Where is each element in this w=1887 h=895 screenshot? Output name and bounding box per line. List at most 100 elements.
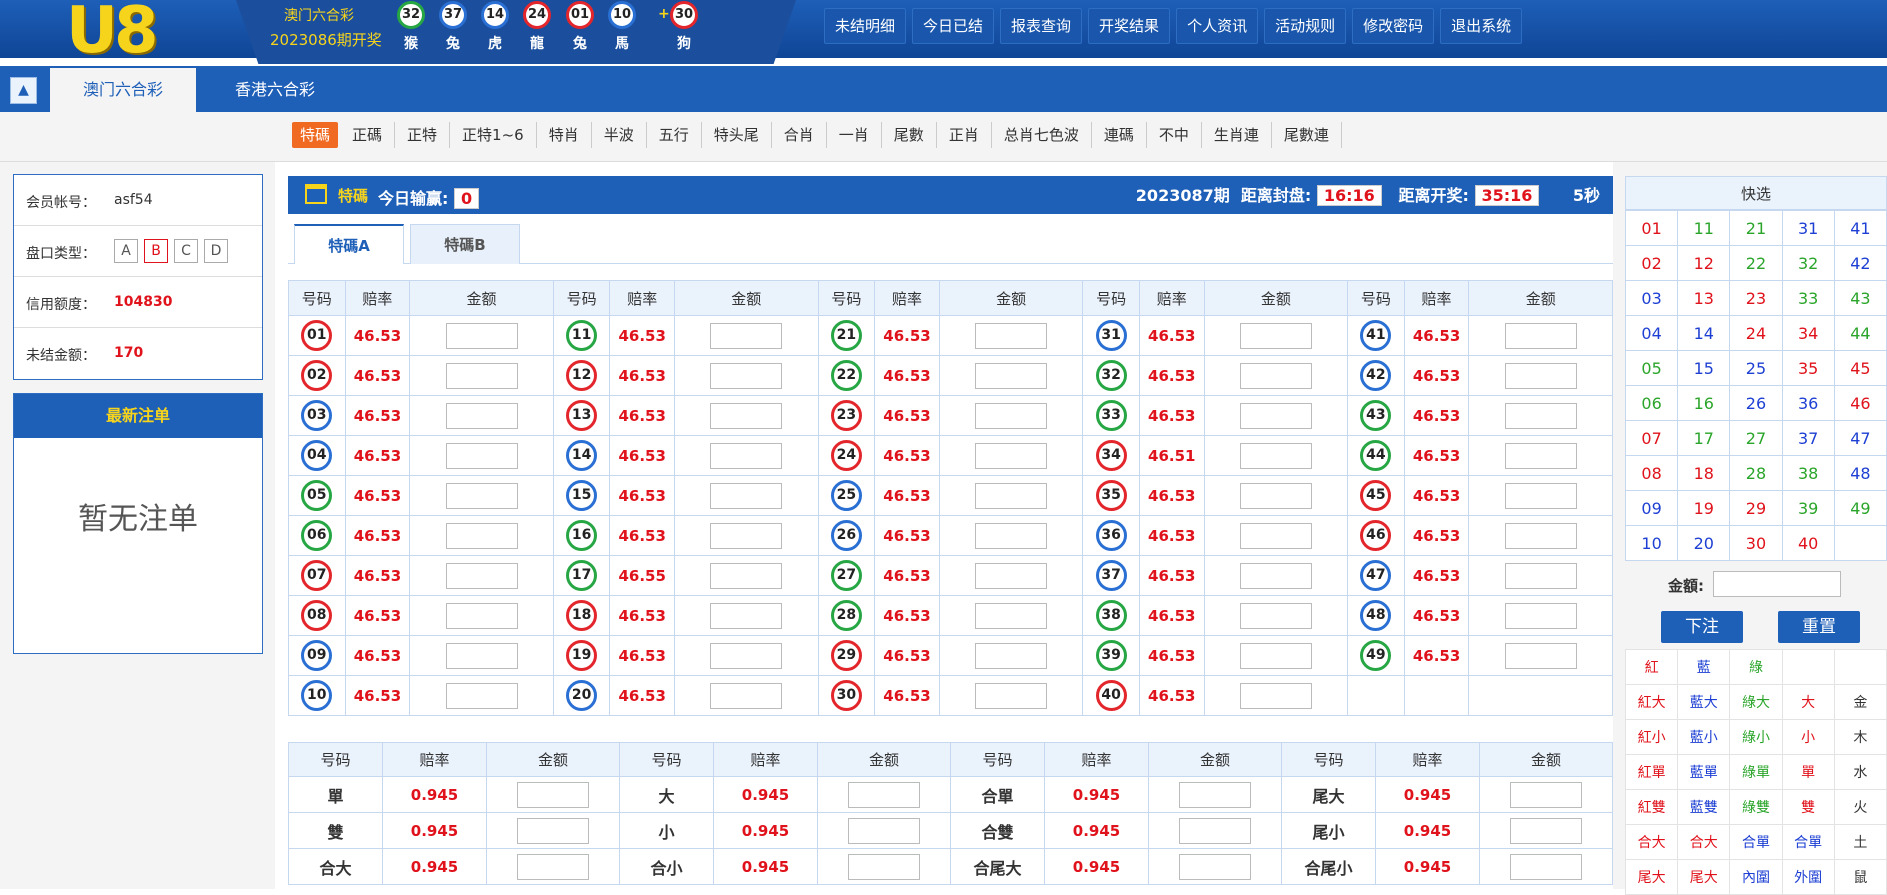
quick-number[interactable]: 44 <box>1833 315 1887 351</box>
quick-option[interactable]: 金 <box>1833 684 1887 720</box>
amount-input[interactable] <box>975 562 1048 589</box>
quick-number[interactable]: 12 <box>1677 245 1731 281</box>
quick-option[interactable]: 木 <box>1833 719 1887 755</box>
quick-number[interactable]: 19 <box>1677 490 1731 526</box>
amount-input[interactable] <box>848 817 920 844</box>
quick-number[interactable]: 06 <box>1624 385 1679 421</box>
menu-item[interactable]: 个人资讯 <box>1176 8 1259 44</box>
quick-number[interactable]: 20 <box>1677 525 1731 561</box>
quick-number[interactable]: 47 <box>1833 420 1887 456</box>
quick-option[interactable]: 合單 <box>1781 824 1835 860</box>
subnav-item[interactable]: 合肖 <box>772 122 827 148</box>
quick-number[interactable]: 24 <box>1729 315 1783 351</box>
amount-input[interactable] <box>517 781 589 808</box>
amount-input[interactable] <box>1239 402 1312 429</box>
reset-button[interactable]: 重置 <box>1778 611 1860 643</box>
amount-input[interactable] <box>445 442 518 469</box>
amount-input[interactable] <box>445 402 518 429</box>
amount-input[interactable] <box>975 602 1048 629</box>
quick-number[interactable]: 48 <box>1833 455 1887 491</box>
quick-option[interactable]: 合單 <box>1729 824 1783 860</box>
quick-number[interactable]: 08 <box>1624 455 1679 491</box>
quick-option[interactable]: 紅雙 <box>1624 789 1679 825</box>
subnav-item[interactable]: 总肖七色波 <box>992 122 1092 148</box>
quick-number[interactable]: 29 <box>1729 490 1783 526</box>
subnav-item[interactable]: 正特 <box>395 122 451 148</box>
collapse-icon[interactable]: ▲ <box>10 77 37 104</box>
amount-input[interactable] <box>1239 482 1312 509</box>
amount-input[interactable] <box>445 362 518 389</box>
amount-input[interactable] <box>710 642 783 669</box>
amount-input[interactable] <box>1179 781 1251 808</box>
menu-item[interactable]: 今日已结 <box>912 8 995 44</box>
menu-item[interactable]: 退出系统 <box>1440 8 1523 44</box>
quick-number[interactable]: 03 <box>1624 280 1679 316</box>
quick-number[interactable]: 49 <box>1833 490 1887 526</box>
amount-input[interactable] <box>975 482 1048 509</box>
quick-option[interactable]: 鼠 <box>1833 859 1887 895</box>
amount-input[interactable] <box>1239 322 1312 349</box>
amount-input[interactable] <box>975 402 1048 429</box>
amount-input[interactable] <box>1504 322 1577 349</box>
quick-number[interactable]: 05 <box>1624 350 1679 386</box>
quick-number[interactable]: 16 <box>1677 385 1731 421</box>
amount-input[interactable] <box>445 322 518 349</box>
quick-number[interactable]: 14 <box>1677 315 1731 351</box>
quick-number[interactable]: 32 <box>1781 245 1835 281</box>
subnav-item[interactable]: 不中 <box>1147 122 1202 148</box>
quick-number[interactable]: 09 <box>1624 490 1679 526</box>
quick-number[interactable]: 26 <box>1729 385 1783 421</box>
quick-number[interactable]: 23 <box>1729 280 1783 316</box>
quick-number[interactable]: 17 <box>1677 420 1731 456</box>
quick-option[interactable]: 綠單 <box>1729 754 1783 790</box>
menu-item[interactable]: 未结明细 <box>824 8 907 44</box>
menu-item[interactable]: 开奖结果 <box>1088 8 1171 44</box>
pan-type-option[interactable]: B <box>144 239 168 263</box>
amount-input[interactable] <box>1239 522 1312 549</box>
amount-input[interactable] <box>445 522 518 549</box>
amount-input[interactable] <box>1239 442 1312 469</box>
quick-number[interactable]: 10 <box>1624 525 1679 561</box>
quick-number[interactable]: 42 <box>1833 245 1887 281</box>
amount-input[interactable] <box>1504 602 1577 629</box>
amount-input[interactable] <box>1510 781 1582 808</box>
quick-option[interactable]: 外圍 <box>1781 859 1835 895</box>
amount-input[interactable] <box>975 642 1048 669</box>
quick-option[interactable]: 小 <box>1781 719 1835 755</box>
quick-number[interactable]: 40 <box>1781 525 1835 561</box>
amount-input[interactable] <box>848 853 920 880</box>
quick-option[interactable]: 紅單 <box>1624 754 1679 790</box>
subnav-item[interactable]: 一肖 <box>827 122 882 148</box>
quick-option[interactable]: 藍單 <box>1677 754 1731 790</box>
quick-option[interactable]: 合大 <box>1624 824 1679 860</box>
subnav-item[interactable]: 正特1~6 <box>450 122 537 148</box>
amount-input[interactable] <box>975 682 1048 709</box>
amount-input[interactable] <box>1179 817 1251 844</box>
quick-option[interactable]: 尾大 <box>1624 859 1679 895</box>
pan-type-option[interactable]: D <box>204 239 228 263</box>
amount-input[interactable] <box>1239 682 1312 709</box>
subnav-item[interactable]: 半波 <box>592 122 647 148</box>
refresh-timer[interactable]: 5秒 <box>1573 186 1600 205</box>
amount-input[interactable] <box>710 682 783 709</box>
amount-input[interactable] <box>1179 853 1251 880</box>
submit-button[interactable]: 下注 <box>1661 611 1743 643</box>
amount-input[interactable] <box>445 602 518 629</box>
quick-option[interactable]: 尾大 <box>1677 859 1731 895</box>
amount-input[interactable] <box>1504 442 1577 469</box>
amount-input[interactable] <box>1504 402 1577 429</box>
subnav-item[interactable]: 尾數 <box>882 122 937 148</box>
quick-number[interactable]: 37 <box>1781 420 1835 456</box>
amount-input[interactable] <box>1239 362 1312 389</box>
amount-input[interactable] <box>710 442 783 469</box>
quick-number[interactable]: 41 <box>1833 210 1887 246</box>
amount-input[interactable] <box>1504 482 1577 509</box>
amount-input[interactable] <box>975 362 1048 389</box>
tab-hongkong[interactable]: 香港六合彩 <box>210 68 340 112</box>
amount-input[interactable] <box>445 642 518 669</box>
amount-input[interactable] <box>710 322 783 349</box>
quick-number[interactable]: 04 <box>1624 315 1679 351</box>
subnav-item[interactable]: 正肖 <box>937 122 992 148</box>
amount-input[interactable] <box>1504 362 1577 389</box>
quick-option[interactable]: 藍小 <box>1677 719 1731 755</box>
